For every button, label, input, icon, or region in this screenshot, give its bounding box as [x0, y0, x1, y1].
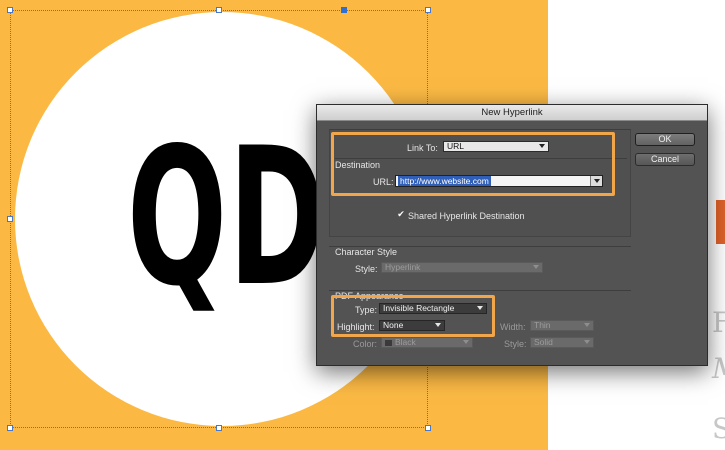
accent-block [716, 200, 725, 244]
style-select[interactable]: Solid [530, 337, 594, 348]
shared-destination-checkbox[interactable]: ✔ [397, 210, 405, 219]
character-style-value: Hyperlink [385, 262, 421, 272]
color-select[interactable]: Black [381, 337, 473, 348]
style-value: Solid [534, 337, 553, 347]
color-swatch [385, 339, 392, 346]
chevron-down-icon [533, 265, 539, 269]
color-label: Color: [353, 339, 378, 349]
selection-handle-bottom-right[interactable] [425, 425, 431, 431]
peek-letter-3: S [712, 412, 725, 445]
width-value: Thin [534, 320, 551, 330]
style-label: Style: [504, 339, 527, 349]
peek-letter-2: M [712, 352, 725, 385]
selection-handle-bottom-left[interactable] [7, 425, 13, 431]
color-value: Black [395, 337, 416, 347]
dialog-title: New Hyperlink [317, 105, 707, 121]
selection-handle-top-left[interactable] [7, 7, 13, 13]
selection-center-point[interactable] [341, 7, 347, 13]
chevron-down-icon [584, 340, 590, 344]
selection-handle-top-right[interactable] [425, 7, 431, 13]
selection-handle-top-center[interactable] [216, 7, 222, 13]
chevron-down-icon [463, 340, 469, 344]
peek-letter-1: F [712, 306, 725, 339]
width-select[interactable]: Thin [530, 320, 594, 331]
ok-button[interactable]: OK [635, 133, 695, 146]
character-style-title: Character Style [335, 247, 398, 257]
highlight-box-link-destination [331, 132, 615, 196]
selection-handle-middle-left[interactable] [7, 216, 13, 222]
new-hyperlink-dialog: New Hyperlink Link To: URL Destination U… [316, 104, 708, 366]
character-style-label: Style: [355, 264, 378, 274]
chevron-down-icon [584, 323, 590, 327]
selection-handle-bottom-center[interactable] [216, 425, 222, 431]
cancel-button[interactable]: Cancel [635, 153, 695, 166]
shared-destination-label: Shared Hyperlink Destination [408, 211, 525, 221]
width-label: Width: [500, 322, 526, 332]
character-style-select[interactable]: Hyperlink [381, 262, 543, 273]
highlight-box-type-highlight [331, 295, 495, 337]
